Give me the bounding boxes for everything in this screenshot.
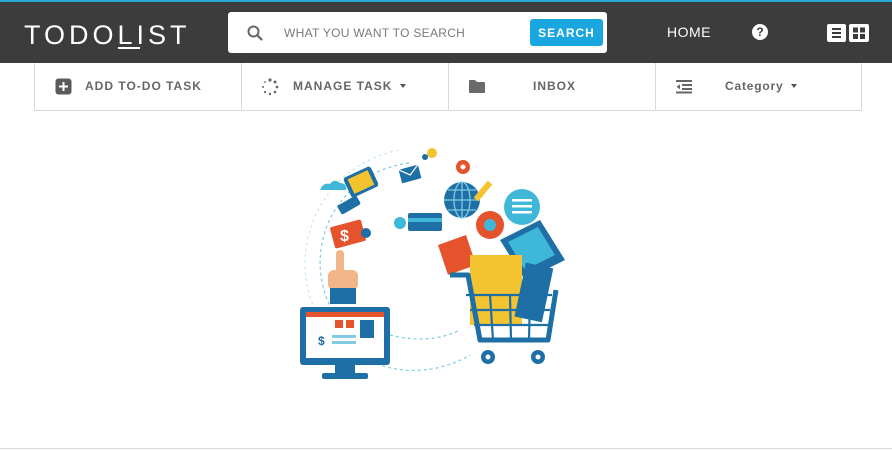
inbox-label: INBOX xyxy=(533,79,577,93)
search-input[interactable] xyxy=(284,22,509,44)
top-header: TODOLIST SEARCH HOME ? xyxy=(0,2,892,63)
spinner-icon xyxy=(262,78,279,96)
plus-square-icon xyxy=(55,78,72,95)
footer-divider xyxy=(0,448,892,449)
inbox-tab[interactable]: INBOX xyxy=(449,63,656,110)
manage-task-text: MANAGE TASK xyxy=(293,79,393,93)
manage-task-tab[interactable]: MANAGE TASK xyxy=(242,63,449,110)
svg-text:$: $ xyxy=(318,334,325,348)
search-icon xyxy=(247,25,263,41)
app-logo[interactable]: TODOLIST xyxy=(24,20,191,50)
category-tab[interactable]: Category xyxy=(656,63,862,110)
list-view-icon[interactable] xyxy=(827,24,846,42)
action-toolbar: ADD TO-DO TASK MANAGE TASK INBOX Categor… xyxy=(34,63,862,111)
shopping-illustration: $ $ xyxy=(300,148,565,379)
add-task-tab[interactable]: ADD TO-DO TASK xyxy=(35,63,242,110)
logo-underline-decoration xyxy=(118,47,140,49)
add-task-label: ADD TO-DO TASK xyxy=(85,79,202,93)
folder-icon xyxy=(469,80,485,93)
category-label: Category xyxy=(725,79,798,93)
help-icon[interactable]: ? xyxy=(752,24,768,40)
outdent-icon xyxy=(676,80,692,94)
category-text: Category xyxy=(725,79,784,93)
chevron-down-icon xyxy=(791,84,798,88)
nav-home-link[interactable]: HOME xyxy=(667,24,711,40)
manage-task-label: MANAGE TASK xyxy=(293,79,407,93)
chevron-down-icon xyxy=(400,84,407,88)
search-box: SEARCH xyxy=(228,12,607,53)
search-button[interactable]: SEARCH xyxy=(530,19,603,46)
grid-view-icon[interactable] xyxy=(849,24,869,42)
svg-text:$: $ xyxy=(340,228,349,245)
